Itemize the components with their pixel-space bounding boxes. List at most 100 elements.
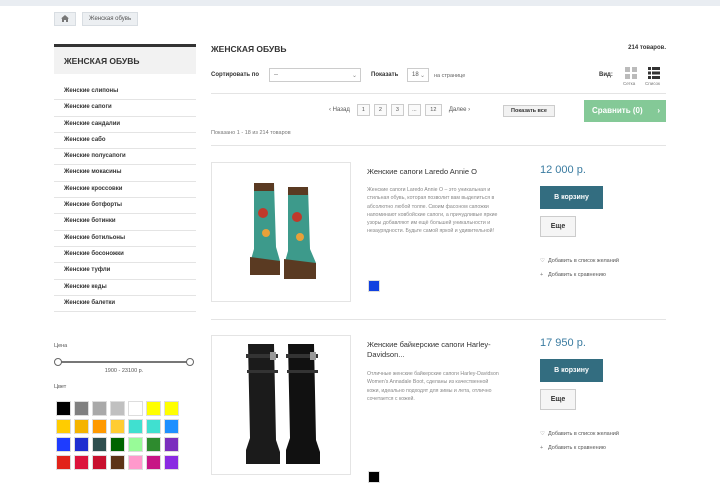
color-swatch[interactable] — [56, 401, 71, 416]
divider — [211, 93, 666, 94]
show-label: Показать — [371, 72, 399, 78]
color-swatch[interactable] — [74, 437, 89, 452]
color-swatch[interactable] — [74, 401, 89, 416]
sidebar-item[interactable]: Женские сандалии — [54, 117, 196, 133]
compare-button[interactable]: Сравнить (0) › — [584, 100, 666, 122]
sidebar-item[interactable]: Женские слипоны — [54, 84, 196, 101]
product-description: Отличные женские байкерские сапоги Harle… — [367, 371, 499, 402]
per-page-select[interactable]: 18 ⌄ — [407, 68, 429, 82]
product-color-swatch[interactable] — [368, 280, 380, 292]
page-title: ЖЕНСКАЯ ОБУВЬ — [211, 44, 287, 54]
color-swatch[interactable] — [56, 419, 71, 434]
compare-label: Добавить к сравнению — [548, 272, 606, 278]
add-to-compare-link[interactable]: + Добавить к сравнению — [540, 272, 606, 278]
pagination-page[interactable]: 12 — [424, 104, 442, 116]
price-slider-max-handle[interactable] — [186, 358, 194, 366]
compare-button-label: Сравнить (0) — [592, 106, 643, 115]
add-to-compare-link[interactable]: + Добавить к сравнению — [540, 445, 606, 451]
category-sidebar: ЖЕНСКАЯ ОБУВЬ Женские слипоны Женские са… — [54, 44, 196, 313]
sidebar-item[interactable]: Женские ботильоны — [54, 231, 196, 247]
product-color-swatch[interactable] — [368, 471, 380, 483]
color-swatch[interactable] — [56, 437, 71, 452]
color-swatch[interactable] — [146, 419, 161, 434]
color-swatch[interactable] — [164, 419, 179, 434]
home-icon[interactable] — [54, 11, 76, 26]
sidebar-item[interactable]: Женские сапоги — [54, 100, 196, 117]
color-swatch[interactable] — [146, 401, 161, 416]
color-swatch[interactable] — [92, 401, 107, 416]
grid-view-icon[interactable] — [625, 67, 637, 79]
divider — [211, 145, 666, 146]
color-swatch[interactable] — [128, 419, 143, 434]
price-range-text: 1900 - 23100 р. — [104, 368, 144, 374]
sidebar-item[interactable]: Женские ботфорты — [54, 198, 196, 215]
heart-icon: ♡ — [540, 431, 545, 437]
per-page-value: 18 — [412, 72, 419, 78]
color-swatch[interactable] — [92, 455, 107, 470]
sidebar-item[interactable]: Женские туфли — [54, 263, 196, 280]
color-swatch[interactable] — [110, 401, 125, 416]
sort-toolbar: Сортировать по -- ⌄ Показать 18 ⌄ на стр… — [211, 67, 666, 88]
product-image[interactable] — [211, 335, 351, 475]
sidebar-title: ЖЕНСКАЯ ОБУВЬ — [54, 44, 196, 74]
add-to-cart-button[interactable]: В корзину — [540, 186, 603, 209]
color-swatch[interactable] — [146, 437, 161, 452]
add-to-wishlist-link[interactable]: ♡ Добавить в список желаний — [540, 258, 619, 264]
sidebar-item[interactable]: Женские полусапоги — [54, 149, 196, 166]
sidebar-item[interactable]: Женские босоножки — [54, 247, 196, 264]
sort-label: Сортировать по — [211, 72, 260, 78]
sidebar-item[interactable]: Женские кроссовки — [54, 182, 196, 199]
color-swatch[interactable] — [74, 455, 89, 470]
pagination-page[interactable]: 2 — [373, 104, 387, 116]
product-card: Женские сапоги Laredo Annie O Женские са… — [211, 162, 666, 312]
chevron-right-icon: › — [657, 106, 660, 115]
color-swatch[interactable] — [164, 455, 179, 470]
color-swatch[interactable] — [128, 437, 143, 452]
color-swatch[interactable] — [56, 455, 71, 470]
pagination-ellipsis: ... — [407, 104, 421, 116]
product-card: Женские байкерские сапоги Harley-Davidso… — [211, 335, 666, 483]
more-button[interactable]: Еще — [540, 389, 576, 410]
color-swatch[interactable] — [110, 455, 125, 470]
color-swatch[interactable] — [92, 419, 107, 434]
sidebar-item[interactable]: Женские сабо — [54, 133, 196, 150]
list-view-icon[interactable] — [648, 67, 660, 79]
pagination-page[interactable]: 1 — [356, 104, 370, 116]
color-swatch[interactable] — [128, 455, 143, 470]
divider — [211, 319, 666, 320]
color-swatch[interactable] — [110, 419, 125, 434]
add-to-cart-button[interactable]: В корзину — [540, 359, 603, 382]
top-bar — [0, 0, 720, 6]
compare-label: Добавить к сравнению — [548, 445, 606, 451]
color-swatch[interactable] — [110, 437, 125, 452]
color-swatch[interactable] — [74, 419, 89, 434]
pagination-prev[interactable]: ‹ Назад — [326, 107, 353, 113]
per-page-suffix: на странице — [434, 73, 466, 79]
grid-view-label: Сетка — [623, 81, 636, 86]
color-swatch[interactable] — [92, 437, 107, 452]
color-swatch[interactable] — [164, 437, 179, 452]
plus-icon: + — [540, 445, 544, 451]
sort-select[interactable]: -- ⌄ — [269, 68, 361, 82]
product-image[interactable] — [211, 162, 351, 302]
product-price: 12 000 р. — [540, 164, 586, 176]
show-all-button[interactable]: Показать все — [503, 105, 555, 117]
sidebar-item[interactable]: Женские ботинки — [54, 214, 196, 231]
product-name[interactable]: Женские сапоги Laredo Annie O — [367, 167, 507, 177]
chevron-down-icon: ⌄ — [419, 73, 425, 79]
color-swatch[interactable] — [128, 401, 143, 416]
more-button[interactable]: Еще — [540, 216, 576, 237]
sidebar-item[interactable]: Женские кеды — [54, 280, 196, 296]
color-swatch[interactable] — [164, 401, 179, 416]
price-slider-min-handle[interactable] — [54, 358, 62, 366]
pagination-next[interactable]: Далее › — [446, 107, 473, 113]
price-slider[interactable] — [54, 358, 194, 366]
sidebar-item[interactable]: Женские балетки — [54, 296, 196, 313]
color-swatch[interactable] — [146, 455, 161, 470]
price-slider-track — [56, 361, 192, 363]
sidebar-item[interactable]: Женские мокасины — [54, 165, 196, 182]
pagination-page[interactable]: 3 — [390, 104, 404, 116]
color-filter-label: Цвет — [54, 384, 67, 390]
add-to-wishlist-link[interactable]: ♡ Добавить в список желаний — [540, 431, 619, 437]
product-name[interactable]: Женские байкерские сапоги Harley-Davidso… — [367, 340, 507, 360]
